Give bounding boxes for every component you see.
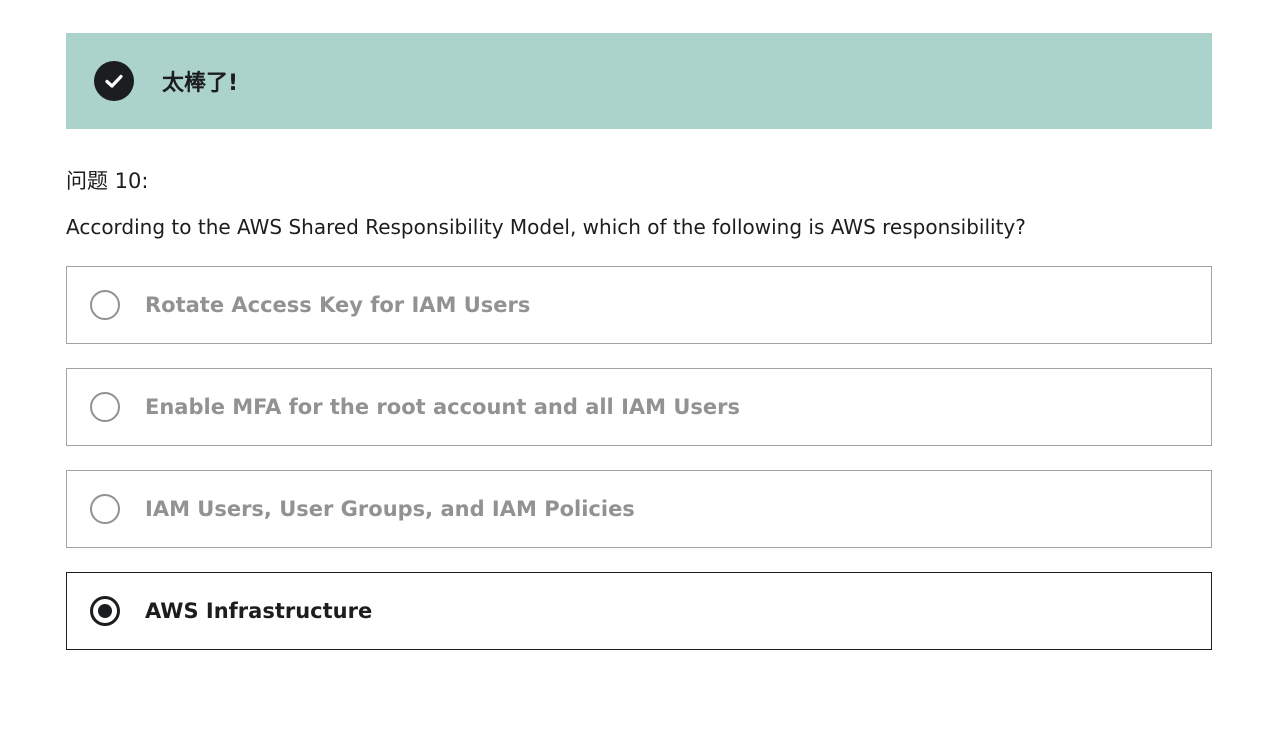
- quiz-result-panel: 太棒了! 问题 10: According to the AWS Shared …: [66, 33, 1212, 674]
- answer-option[interactable]: Rotate Access Key for IAM Users: [66, 266, 1212, 344]
- radio-unchecked-icon[interactable]: [90, 290, 120, 320]
- question-number: 问题 10:: [66, 169, 149, 193]
- answer-options: Rotate Access Key for IAM Users Enable M…: [66, 266, 1212, 650]
- answer-option-label: IAM Users, User Groups, and IAM Policies: [145, 497, 635, 521]
- answer-option-label: AWS Infrastructure: [145, 599, 373, 623]
- radio-dot: [98, 604, 112, 618]
- radio-unchecked-icon[interactable]: [90, 494, 120, 524]
- question-text: According to the AWS Shared Responsibili…: [66, 215, 1026, 239]
- check-circle-icon: [94, 61, 134, 101]
- success-banner: 太棒了!: [66, 33, 1212, 129]
- success-message: 太棒了!: [162, 71, 239, 96]
- answer-option-label: Rotate Access Key for IAM Users: [145, 293, 531, 317]
- radio-checked-icon[interactable]: [90, 596, 120, 626]
- radio-unchecked-icon[interactable]: [90, 392, 120, 422]
- answer-option-label: Enable MFA for the root account and all …: [145, 395, 740, 419]
- answer-option-selected[interactable]: AWS Infrastructure: [66, 572, 1212, 650]
- answer-option[interactable]: IAM Users, User Groups, and IAM Policies: [66, 470, 1212, 548]
- answer-option[interactable]: Enable MFA for the root account and all …: [66, 368, 1212, 446]
